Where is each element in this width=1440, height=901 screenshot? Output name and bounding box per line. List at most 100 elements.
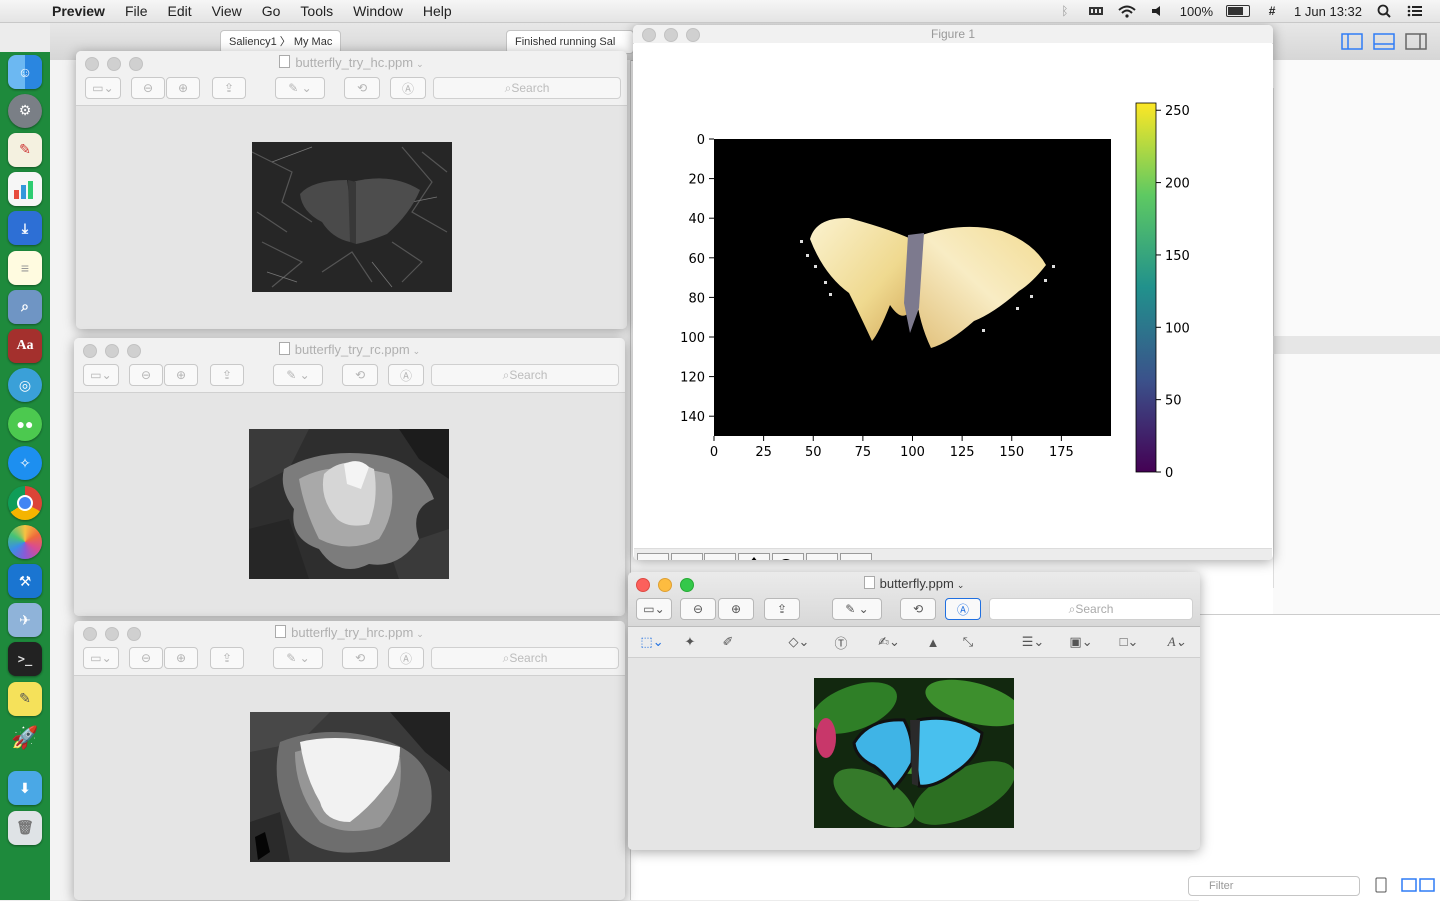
zoom-in-button[interactable]: ⊕ <box>164 647 198 669</box>
selection-tool-icon[interactable]: ⬚⌄ <box>636 632 668 652</box>
chrome-icon[interactable] <box>8 485 42 520</box>
image-capture-icon[interactable]: ✈ <box>8 603 42 638</box>
fill-color-icon[interactable]: □⌄ <box>1112 632 1146 652</box>
volume-icon[interactable] <box>1149 4 1167 18</box>
search-field[interactable]: ⌕ Search <box>431 647 619 669</box>
disk-utility-icon[interactable]: ◎ <box>8 368 42 403</box>
notification-center-icon[interactable] <box>1406 4 1424 18</box>
sketch-tool-icon[interactable]: ✐ <box>718 632 738 652</box>
highlight-button[interactable]: ✎ ⌄ <box>275 77 325 99</box>
menu-view[interactable]: View <box>202 3 252 19</box>
keynote-icon[interactable] <box>8 172 42 207</box>
stickies-icon[interactable]: ✎ <box>8 681 42 716</box>
launchpad-rocket-icon[interactable]: 🚀 <box>8 721 42 755</box>
zoom-out-button[interactable]: ⊖ <box>129 364 163 386</box>
x-tick-label: 125 <box>950 445 975 460</box>
xcode-filter-field[interactable]: Filter <box>1188 876 1360 896</box>
textedit-icon[interactable]: ✎ <box>8 132 42 167</box>
shapes-tool-icon[interactable]: ◇⌄ <box>782 632 816 652</box>
highlight-button[interactable]: ✎ ⌄ <box>273 364 323 386</box>
text-tool-icon[interactable]: Ⓣ <box>831 632 851 652</box>
markup-button[interactable]: Ⓐ <box>390 77 426 99</box>
rotate-button[interactable]: ⟲ <box>900 598 936 620</box>
safari-icon[interactable]: ✧ <box>8 446 42 481</box>
zoom-out-button[interactable]: ⊖ <box>129 647 163 669</box>
trash-icon[interactable]: 🗑 <box>8 810 42 845</box>
sidebar-toggle-button[interactable]: ▭⌄ <box>636 598 672 620</box>
shape-style-icon[interactable]: ☰⌄ <box>1016 632 1050 652</box>
adjust-color-icon[interactable]: ▲ <box>923 632 943 652</box>
share-button[interactable]: ⇪ <box>764 598 800 620</box>
system-preferences-icon[interactable]: ⚙ <box>8 93 42 128</box>
pan-icon[interactable] <box>738 553 770 560</box>
spotlight-search-icon[interactable] <box>1375 4 1393 18</box>
chevron-down-icon[interactable]: ⌄ <box>413 346 421 356</box>
zoom-icon[interactable] <box>772 553 804 560</box>
text-style-icon[interactable]: A⌄ <box>1160 632 1194 652</box>
battery-percent[interactable]: 100% <box>1180 4 1213 19</box>
terminal-icon[interactable]: >_ <box>8 642 42 677</box>
search-field[interactable]: ⌕ Search <box>989 598 1193 620</box>
adjust-size-icon[interactable]: ⤡ <box>958 632 978 652</box>
sidebar-toggle-button[interactable]: ▭⌄ <box>83 647 119 669</box>
photos-icon[interactable] <box>8 524 42 559</box>
border-color-icon[interactable]: ▣⌄ <box>1064 632 1098 652</box>
menu-help[interactable]: Help <box>413 3 462 19</box>
menu-window[interactable]: Window <box>343 3 413 19</box>
xcode-view-toggles[interactable] <box>1340 32 1432 52</box>
share-button[interactable]: ⇪ <box>210 647 244 669</box>
downloads-installer-icon[interactable]: ⤓ <box>8 211 42 246</box>
battery-icon[interactable] <box>1226 5 1251 17</box>
share-button[interactable]: ⇪ <box>212 77 246 99</box>
sidebar-toggle-button[interactable]: ▭⌄ <box>83 364 119 386</box>
markup-button[interactable]: Ⓐ <box>945 598 981 620</box>
search-field[interactable]: ⌕ Search <box>433 77 621 99</box>
wechat-icon[interactable]: ●● <box>8 407 42 442</box>
clock[interactable]: 1 Jun 13:32 <box>1294 4 1362 19</box>
input-source-icon[interactable]: # <box>1263 4 1281 18</box>
bluetooth-icon[interactable]: ᛒ <box>1056 4 1074 18</box>
configure-subplots-icon[interactable] <box>806 553 838 560</box>
menu-file[interactable]: File <box>115 3 158 19</box>
search-field[interactable]: ⌕ Search <box>431 364 619 386</box>
figure-canvas[interactable]: 0 25 50 75 100 125 150 175 0 20 40 60 80 100 120 140 0… <box>634 43 1272 548</box>
zoom-out-button[interactable]: ⊖ <box>131 77 165 99</box>
highlight-button[interactable]: ✎ ⌄ <box>832 598 882 620</box>
rotate-button[interactable]: ⟲ <box>342 364 378 386</box>
zoom-in-button[interactable]: ⊕ <box>166 77 200 99</box>
downloads-folder-icon[interactable]: ⬇ <box>8 771 42 806</box>
markup-button[interactable]: Ⓐ <box>388 364 424 386</box>
zoom-in-button[interactable]: ⊕ <box>164 364 198 386</box>
menu-app-name[interactable]: Preview <box>42 3 115 19</box>
notes-icon[interactable]: ≡ <box>8 250 42 285</box>
menu-edit[interactable]: Edit <box>158 3 202 19</box>
save-icon[interactable] <box>840 553 872 560</box>
chevron-down-icon[interactable]: ⌄ <box>416 629 424 639</box>
share-button[interactable]: ⇪ <box>210 364 244 386</box>
highlight-button[interactable]: ✎ ⌄ <box>273 647 323 669</box>
home-icon[interactable] <box>637 553 669 560</box>
xcode-debug-icons[interactable] <box>1374 876 1436 894</box>
saliency-hrc-image <box>250 712 450 862</box>
menu-go[interactable]: Go <box>252 3 291 19</box>
xcode-icon[interactable]: ⚒ <box>8 564 42 599</box>
instant-alpha-icon[interactable]: ✦ <box>680 632 700 652</box>
zoom-in-button[interactable]: ⊕ <box>718 598 754 620</box>
sign-tool-icon[interactable]: ✍⌄ <box>872 632 906 652</box>
document-icon <box>279 55 291 68</box>
rotate-button[interactable]: ⟲ <box>342 647 378 669</box>
dictionary-icon[interactable]: Aa <box>8 328 42 363</box>
rotate-button[interactable]: ⟲ <box>344 77 380 99</box>
wifi-icon[interactable] <box>1118 4 1136 18</box>
chevron-down-icon[interactable]: ⌄ <box>416 59 424 69</box>
finder-icon[interactable]: ☺ <box>8 54 42 89</box>
back-arrow-icon[interactable] <box>671 553 703 560</box>
memory-icon[interactable] <box>1087 4 1105 18</box>
forward-arrow-icon[interactable] <box>704 553 736 560</box>
sidebar-toggle-button[interactable]: ▭⌄ <box>85 77 121 99</box>
markup-button[interactable]: Ⓐ <box>388 647 424 669</box>
menu-tools[interactable]: Tools <box>290 3 343 19</box>
zoom-out-button[interactable]: ⊖ <box>680 598 716 620</box>
chevron-down-icon[interactable]: ⌄ <box>957 580 965 590</box>
preview-icon[interactable]: ⌕ <box>8 289 42 324</box>
